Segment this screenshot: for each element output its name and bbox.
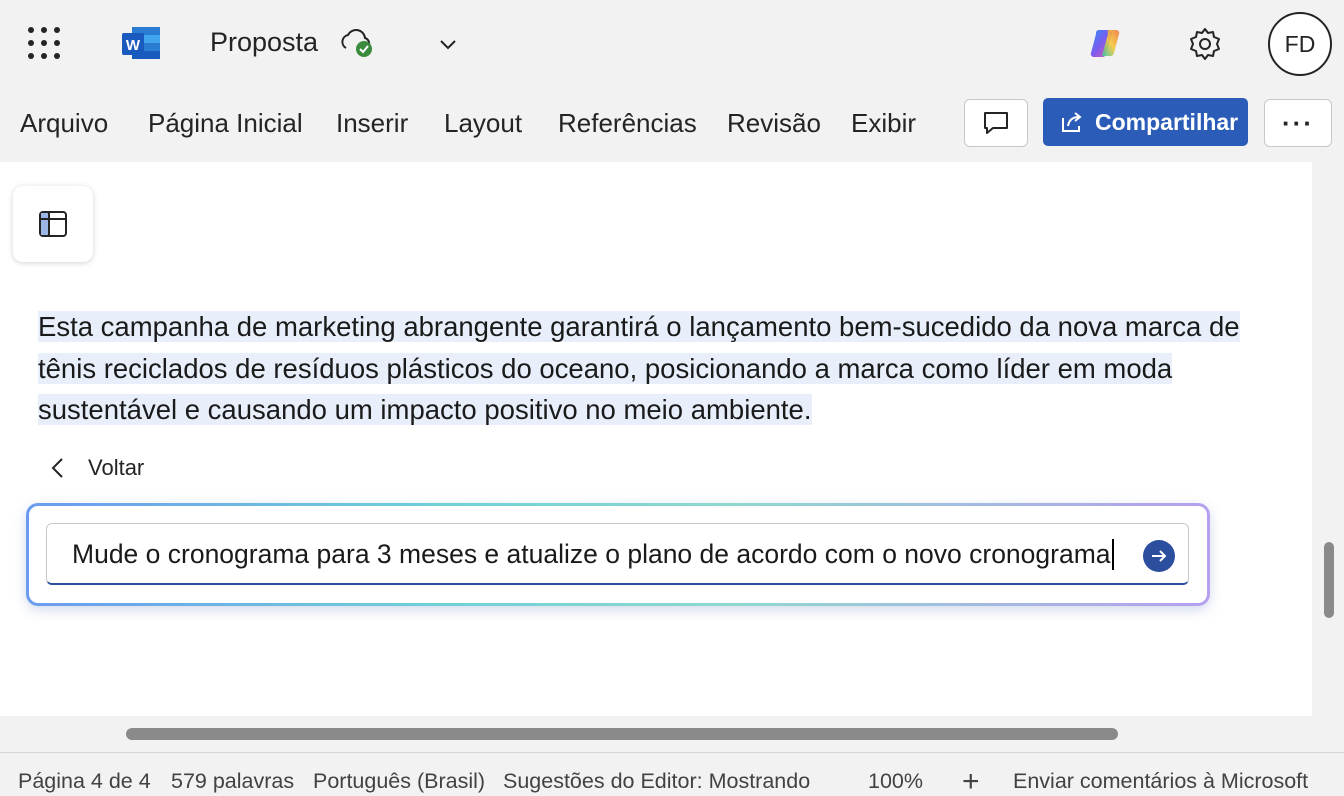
prompt-input-value[interactable]: Mude o cronograma para 3 meses e atualiz…: [72, 539, 1114, 570]
tab-referencias[interactable]: Referências: [558, 108, 697, 139]
arrow-right-icon: [1152, 550, 1167, 562]
document-title[interactable]: Proposta: [210, 27, 318, 58]
chevron-down-icon[interactable]: [438, 34, 458, 54]
word-logo-letter: W: [126, 37, 141, 54]
app-launcher-icon[interactable]: [28, 27, 60, 59]
document-canvas[interactable]: Esta campanha de marketing abrangente ga…: [0, 162, 1312, 716]
selected-text[interactable]: Esta campanha de marketing abrangente ga…: [38, 311, 1240, 425]
tab-inserir[interactable]: Inserir: [336, 108, 408, 139]
comments-button[interactable]: [964, 99, 1028, 147]
cloud-saved-icon[interactable]: [338, 26, 376, 60]
settings-gear-icon[interactable]: [1186, 25, 1224, 63]
copilot-prompt-box: Mude o cronograma para 3 meses e atualiz…: [26, 503, 1210, 606]
share-label: Compartilhar: [1095, 108, 1239, 135]
tab-layout[interactable]: Layout: [444, 108, 522, 139]
navigation-pane-icon: [39, 211, 67, 237]
feedback-link[interactable]: Enviar comentários à Microsoft: [1013, 769, 1308, 794]
zoom-level[interactable]: 100%: [868, 769, 923, 794]
language-indicator[interactable]: Português (Brasil): [313, 769, 485, 794]
word-count[interactable]: 579 palavras: [171, 769, 294, 794]
back-button[interactable]: Voltar: [50, 455, 144, 481]
document-paragraph[interactable]: Esta campanha de marketing abrangente ga…: [38, 306, 1278, 431]
back-label: Voltar: [88, 455, 145, 480]
editor-suggestions[interactable]: Sugestões do Editor: Mostrando: [503, 769, 810, 794]
prompt-input[interactable]: Mude o cronograma para 3 meses e atualiz…: [46, 523, 1189, 585]
tab-revisao[interactable]: Revisão: [727, 108, 821, 139]
status-bar: Página 4 de 4 579 palavras Português (Br…: [0, 752, 1344, 796]
comment-icon: [984, 112, 1008, 134]
title-bar: W Proposta FD: [0, 0, 1344, 90]
share-button[interactable]: Compartilhar: [1043, 98, 1248, 146]
navigation-pane-button[interactable]: [13, 186, 93, 262]
copilot-icon[interactable]: [1088, 26, 1126, 60]
word-logo-icon[interactable]: W: [120, 25, 162, 61]
zoom-in-icon[interactable]: +: [962, 765, 980, 796]
horizontal-scrollbar[interactable]: [126, 728, 1118, 740]
tab-exibir[interactable]: Exibir: [851, 108, 916, 139]
tab-arquivo[interactable]: Arquivo: [20, 108, 108, 139]
chevron-left-icon: [51, 458, 63, 478]
user-avatar[interactable]: FD: [1268, 12, 1332, 76]
page-indicator[interactable]: Página 4 de 4: [18, 769, 151, 794]
ribbon-tabs: Arquivo Página Inicial Inserir Layout Re…: [0, 96, 1344, 152]
send-button[interactable]: [1143, 540, 1175, 572]
vertical-scrollbar[interactable]: [1324, 542, 1334, 618]
share-icon: [1062, 112, 1082, 132]
tab-pagina-inicial[interactable]: Página Inicial: [148, 108, 303, 139]
more-options-button[interactable]: ···: [1264, 99, 1332, 147]
